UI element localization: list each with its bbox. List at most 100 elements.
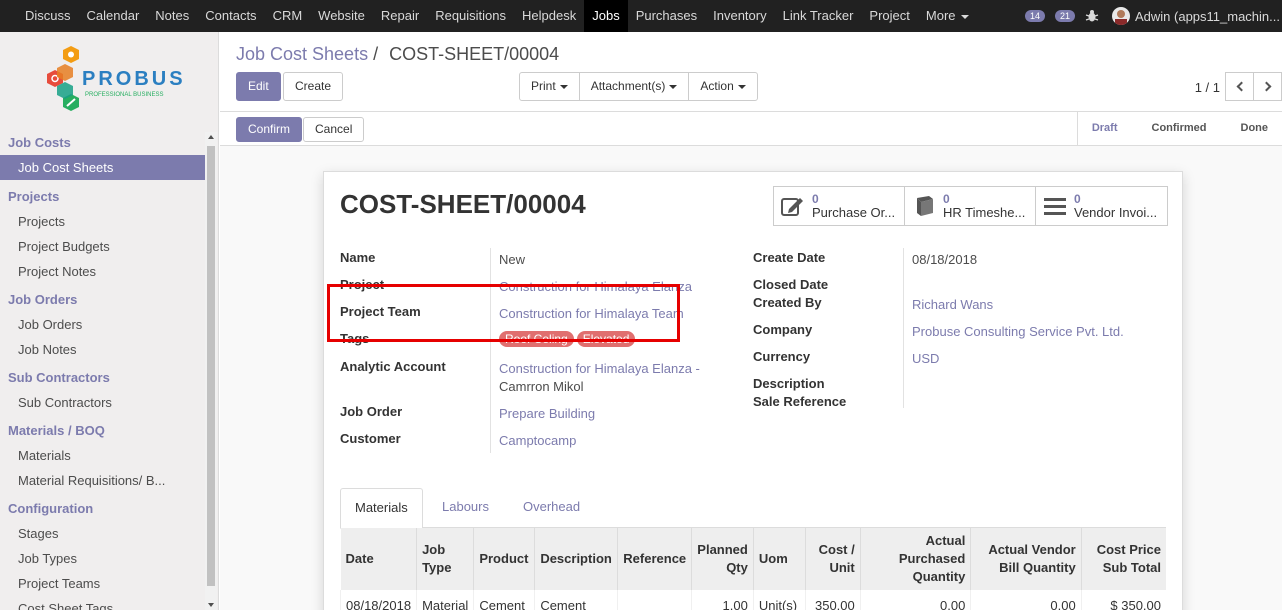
menu-website[interactable]: Website	[310, 0, 373, 32]
timesheets-label: HR Timeshe...	[943, 205, 1026, 220]
pager-previous-button[interactable]	[1225, 72, 1254, 101]
sidebar-item-job-notes[interactable]: Job Notes	[0, 337, 205, 362]
menu-contacts[interactable]: Contacts	[197, 0, 264, 32]
sidebar-scrollbar[interactable]	[205, 132, 217, 610]
sidebar-item-job-orders[interactable]: Job Orders	[0, 312, 205, 337]
tab-labours[interactable]: Labours	[428, 488, 503, 528]
name-value: New	[499, 252, 526, 267]
create-button[interactable]: Create	[283, 72, 344, 101]
tab-materials[interactable]: Materials	[340, 488, 423, 529]
column-header[interactable]: Actual Purchased Quantity	[859, 528, 971, 590]
activity-badge[interactable]: 14	[1024, 10, 1045, 22]
tab-overhead[interactable]: Overhead	[509, 488, 594, 528]
cell-subtotal: $ 350.00	[1080, 590, 1166, 610]
currency-label: Currency	[753, 349, 811, 364]
section-job-costs[interactable]: Job Costs	[0, 130, 205, 155]
timesheets-button[interactable]: 0 HR Timeshe...	[905, 187, 1036, 225]
column-header[interactable]: Actual Vendor Bill Quantity	[970, 528, 1082, 590]
stage-draft[interactable]: Draft	[1078, 112, 1132, 145]
confirm-button[interactable]: Confirm	[236, 117, 303, 142]
analytic-account-value[interactable]: Construction for Himalaya Elanza -	[499, 361, 700, 376]
user-menu[interactable]: Adwin (apps11_machin...	[1135, 9, 1282, 24]
stage-done[interactable]: Done	[1227, 112, 1282, 145]
menu-requisitions[interactable]: Requisitions	[427, 0, 514, 32]
stage-confirmed[interactable]: Confirmed	[1132, 112, 1227, 145]
table-row[interactable]: 08/18/2018 Material Cement Cement 1.00 U…	[339, 590, 1166, 610]
sidebar-item-project-budgets[interactable]: Project Budgets	[0, 234, 205, 259]
menu-project[interactable]: Project	[861, 0, 917, 32]
column-header[interactable]: Cost Price Sub Total	[1080, 528, 1166, 590]
annotation-highlight-box	[327, 284, 680, 342]
edit-button[interactable]: Edit	[236, 72, 281, 101]
currency-value[interactable]: USD	[912, 351, 939, 366]
column-header[interactable]: Planned Qty	[691, 528, 754, 590]
menu-purchases[interactable]: Purchases	[628, 0, 705, 32]
app-menu: Discuss Calendar Notes Contacts CRM Webs…	[0, 0, 977, 32]
column-header[interactable]: Product	[473, 528, 535, 590]
column-header[interactable]: Cost / Unit	[804, 528, 861, 590]
closed-date-label: Closed Date	[753, 277, 829, 292]
sidebar-actions: Print Attachment(s) Action	[519, 72, 758, 101]
purchase-orders-button[interactable]: 0 Purchase Or...	[774, 187, 905, 225]
sidebar-item-projects[interactable]: Projects	[0, 209, 205, 234]
sidebar-item-project-notes[interactable]: Project Notes	[0, 259, 205, 284]
sidebar-item-job-cost-sheets[interactable]: Job Cost Sheets	[0, 155, 205, 180]
sidebar-item-job-types[interactable]: Job Types	[0, 546, 205, 571]
menu-notes[interactable]: Notes	[147, 0, 197, 32]
sidebar-item-project-teams[interactable]: Project Teams	[0, 571, 205, 596]
sidebar-item-materials[interactable]: Materials	[0, 443, 205, 468]
menu-discuss[interactable]: Discuss	[17, 0, 79, 32]
menu-repair[interactable]: Repair	[373, 0, 427, 32]
print-dropdown[interactable]: Print	[519, 72, 580, 101]
pager-next-button[interactable]	[1253, 72, 1282, 101]
menu-more[interactable]: More	[918, 0, 977, 32]
menu-helpdesk[interactable]: Helpdesk	[514, 0, 584, 32]
avatar[interactable]	[1111, 7, 1130, 25]
caret-down-icon	[559, 84, 568, 89]
column-header[interactable]: Description	[534, 528, 618, 590]
section-materials-boq[interactable]: Materials / BOQ	[0, 418, 205, 443]
column-header[interactable]: Reference	[617, 528, 692, 590]
left-separator	[490, 248, 491, 453]
sidebar-item-material-requisitions[interactable]: Material Requisitions/ B...	[0, 468, 205, 493]
chevron-right-icon	[1261, 81, 1271, 92]
action-label: Action	[700, 79, 734, 93]
column-header[interactable]: Uom	[752, 528, 806, 590]
attachments-dropdown[interactable]: Attachment(s)	[578, 72, 690, 101]
vendor-invoices-button[interactable]: 0 Vendor Invoi...	[1036, 187, 1167, 225]
section-sub-contractors[interactable]: Sub Contractors	[0, 365, 205, 390]
menu-jobs[interactable]: Jobs	[584, 0, 628, 32]
scrollbar-thumb[interactable]	[207, 146, 215, 586]
sidebar-item-cost-sheet-tags[interactable]: Cost Sheet Tags	[0, 596, 205, 610]
scroll-up-icon[interactable]	[208, 135, 214, 139]
sidebar-item-stages[interactable]: Stages	[0, 521, 205, 546]
menu-link-tracker[interactable]: Link Tracker	[775, 0, 862, 32]
column-header[interactable]: Date	[340, 528, 417, 590]
scroll-down-icon[interactable]	[208, 603, 214, 607]
job-order-value[interactable]: Prepare Building	[499, 406, 595, 421]
section-job-orders[interactable]: Job Orders	[0, 287, 205, 312]
book-icon	[911, 193, 937, 219]
section-projects[interactable]: Projects	[0, 184, 205, 209]
print-label: Print	[531, 79, 556, 93]
customer-label: Customer	[340, 431, 401, 446]
cancel-button[interactable]: Cancel	[303, 117, 365, 142]
purchase-orders-label: Purchase Or...	[812, 205, 896, 220]
cell-planned-qty: 1.00	[691, 590, 754, 610]
company-value[interactable]: Probuse Consulting Service Pvt. Ltd.	[912, 324, 1124, 339]
created-by-value[interactable]: Richard Wans	[912, 297, 993, 312]
bug-icon[interactable]	[1085, 9, 1099, 23]
breadcrumb-parent[interactable]: Job Cost Sheets	[236, 44, 368, 64]
section-configuration[interactable]: Configuration	[0, 496, 205, 521]
logo-tagline: PROFESSIONAL BUSINESS	[85, 92, 163, 98]
column-header[interactable]: Job Type	[416, 528, 474, 590]
menu-inventory[interactable]: Inventory	[705, 0, 774, 32]
pager-buttons	[1225, 72, 1282, 101]
action-dropdown[interactable]: Action	[688, 72, 758, 101]
customer-value[interactable]: Camptocamp	[499, 433, 576, 448]
pager-value[interactable]: 1 / 1	[1195, 80, 1220, 95]
menu-crm[interactable]: CRM	[265, 0, 311, 32]
messages-badge[interactable]: 21	[1054, 10, 1075, 22]
sidebar-item-sub-contractors[interactable]: Sub Contractors	[0, 390, 205, 415]
menu-calendar[interactable]: Calendar	[79, 0, 148, 32]
